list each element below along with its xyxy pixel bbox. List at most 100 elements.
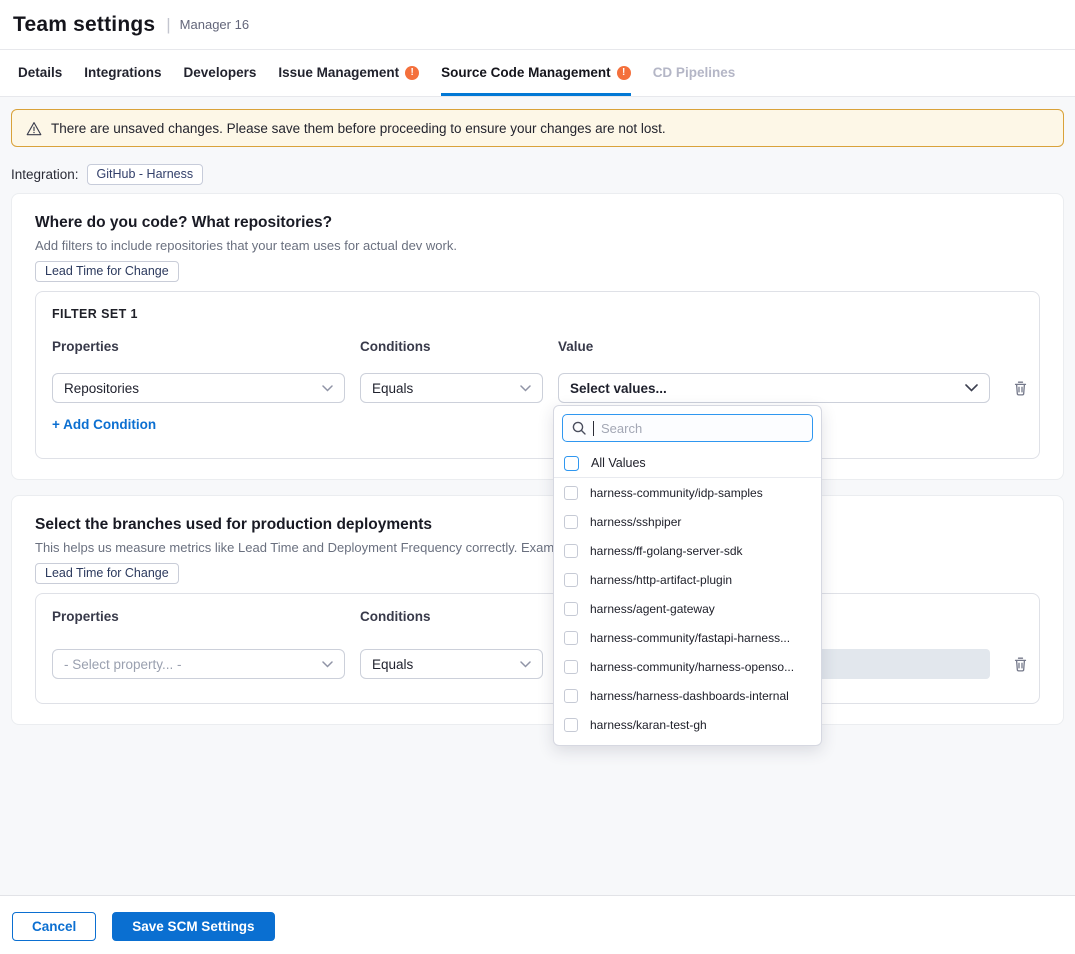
checkbox[interactable] [564,689,578,703]
option-label: harness/agent-gateway [590,602,715,616]
section-subtitle: This helps us measure metrics like Lead … [35,540,1040,555]
integration-chip[interactable]: GitHub - Harness [87,164,204,185]
search-input[interactable]: Search [562,414,813,442]
checkbox[interactable] [564,456,579,471]
dropdown-option[interactable]: harness-community/fastapi-harness... [554,623,821,652]
main-content: There are unsaved changes. Please save t… [0,97,1075,725]
filter-column-labels: Properties Conditions Value [52,339,1023,354]
section-title: Where do you code? What repositories? [35,214,1040,232]
checkbox[interactable] [564,660,578,674]
conditions-select-value: Equals [372,381,413,396]
filter-set-title: FILTER SET 1 [52,307,1023,321]
checkbox[interactable] [564,718,578,732]
warning-triangle-icon [26,121,42,136]
warning-badge-icon: ! [405,66,419,80]
tab-label: Integrations [84,65,161,80]
unsaved-changes-banner: There are unsaved changes. Please save t… [11,109,1064,147]
tab-developers[interactable]: Developers [184,50,257,96]
text-cursor [593,421,594,436]
team-settings-page: Team settings | Manager 16 Details Integ… [0,0,1075,954]
section-subtitle: Add filters to include repositories that… [35,238,1040,253]
checkbox[interactable] [564,602,578,616]
dropdown-option-clipped[interactable]: harness/… [554,739,821,746]
conditions-select[interactable]: Equals [360,373,543,403]
dropdown-search-area: Search [554,406,821,449]
chevron-down-icon [322,661,333,668]
dropdown-option[interactable]: harness/agent-gateway [554,594,821,623]
values-dropdown-panel: Search All Values harness-community/idp-… [553,405,822,746]
tab-source-code-management[interactable]: Source Code Management ! [441,50,631,96]
search-placeholder: Search [601,421,642,436]
lead-time-chip: Lead Time for Change [35,563,179,584]
delete-filter-button[interactable] [1005,649,1035,679]
section-title: Select the branches used for production … [35,516,1040,534]
properties-label: Properties [52,339,345,354]
checkbox[interactable] [564,573,578,587]
value-label: Value [558,339,990,354]
save-scm-settings-button[interactable]: Save SCM Settings [112,912,274,941]
checkbox[interactable] [564,544,578,558]
warning-badge-icon: ! [617,66,631,80]
checkbox[interactable] [564,486,578,500]
integration-row: Integration: GitHub - Harness [11,164,1064,184]
filter-row: - Select property... - Equals [52,649,1023,679]
checkbox[interactable] [564,515,578,529]
repositories-section: Where do you code? What repositories? Ad… [11,193,1064,480]
dropdown-option[interactable]: harness/harness-dashboards-internal [554,681,821,710]
page-header: Team settings | Manager 16 [0,0,1075,50]
all-values-option[interactable]: All Values [554,449,821,478]
tab-label: Issue Management [278,65,399,80]
conditions-select-value: Equals [372,657,413,672]
filter-set-1: FILTER SET 1 Properties Conditions Value… [35,291,1040,459]
option-label: harness/harness-dashboards-internal [590,689,789,703]
lead-time-chip: Lead Time for Change [35,261,179,282]
trash-icon [1013,656,1028,672]
dropdown-option[interactable]: harness/http-artifact-plugin [554,565,821,594]
title-divider: | [166,15,170,35]
tab-cd-pipelines[interactable]: CD Pipelines [653,50,736,96]
add-condition-button[interactable]: + Add Condition [52,417,156,432]
properties-select-value: Repositories [64,381,139,396]
tab-label: CD Pipelines [653,65,736,80]
search-icon [572,421,586,435]
cancel-button[interactable]: Cancel [12,912,96,941]
tab-integrations[interactable]: Integrations [84,50,161,96]
chevron-down-icon [965,384,978,392]
option-label: harness-community/fastapi-harness... [590,631,790,645]
option-label: harness-community/idp-samples [590,486,763,500]
conditions-label: Conditions [360,609,543,624]
dropdown-option[interactable]: harness-community/harness-openso... [554,652,821,681]
value-multiselect[interactable]: Select values... [558,373,990,403]
delete-filter-button[interactable] [1005,373,1035,403]
conditions-select[interactable]: Equals [360,649,543,679]
team-name: Manager 16 [180,17,249,32]
integration-label: Integration: [11,167,79,182]
branches-section: Select the branches used for production … [11,495,1064,725]
footer-action-bar: Cancel Save SCM Settings [0,895,1075,954]
properties-label: Properties [52,609,345,624]
option-label: harness/karan-test-gh [590,718,707,732]
dropdown-option[interactable]: harness/sshpiper [554,507,821,536]
tab-bar: Details Integrations Developers Issue Ma… [0,50,1075,97]
dropdown-option[interactable]: harness/karan-test-gh [554,710,821,739]
properties-select-placeholder: - Select property... - [64,657,182,672]
trash-icon [1013,380,1028,396]
chevron-down-icon [520,661,531,668]
conditions-label: Conditions [360,339,543,354]
checkbox[interactable] [564,631,578,645]
properties-select[interactable]: Repositories [52,373,345,403]
value-select-placeholder: Select values... [570,381,667,396]
option-label: harness/sshpiper [590,515,681,529]
tab-label: Source Code Management [441,65,611,80]
properties-select[interactable]: - Select property... - [52,649,345,679]
option-label: harness/ff-golang-server-sdk [590,544,743,558]
tab-details[interactable]: Details [18,50,62,96]
dropdown-option[interactable]: harness/ff-golang-server-sdk [554,536,821,565]
option-label: harness/http-artifact-plugin [590,573,732,587]
dropdown-option[interactable]: harness-community/idp-samples [554,478,821,507]
chevron-down-icon [520,385,531,392]
tab-issue-management[interactable]: Issue Management ! [278,50,419,96]
page-title: Team settings [13,13,155,37]
chevron-down-icon [322,385,333,392]
tab-label: Developers [184,65,257,80]
